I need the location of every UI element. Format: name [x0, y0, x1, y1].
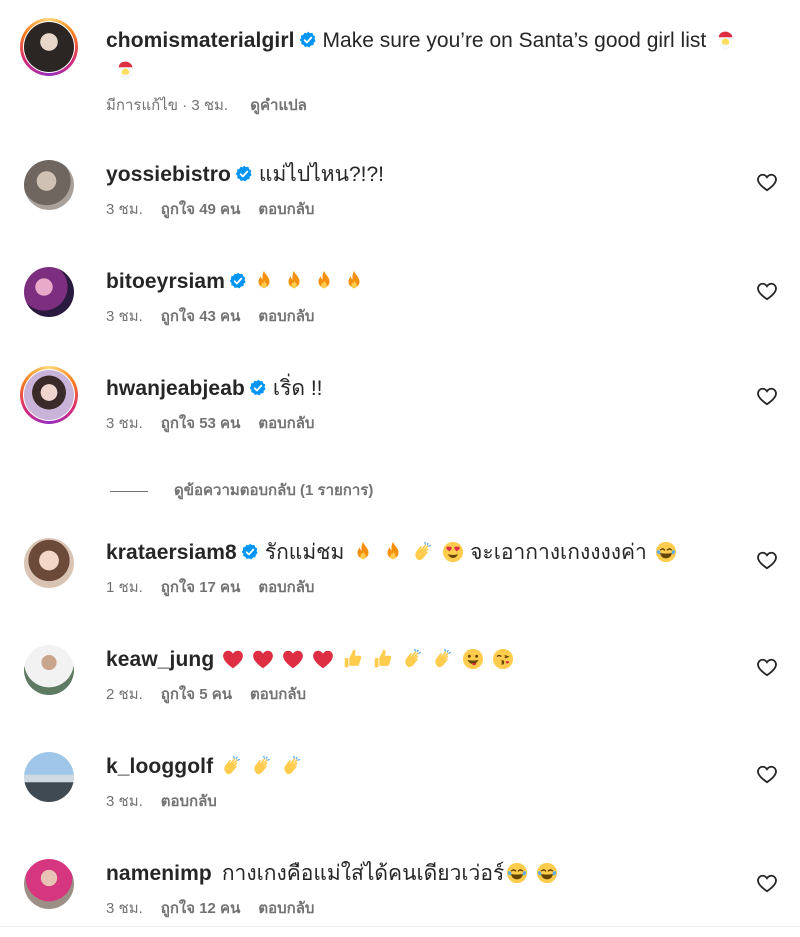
comment-time: 3 ชม.	[106, 793, 143, 810]
comment-time: 2 ชม.	[106, 686, 143, 703]
comment-likes[interactable]: ถูกใจ 49 คน	[161, 201, 241, 218]
view-replies-label: ดูข้อความตอบกลับ (1 รายการ)	[174, 482, 374, 499]
clap-emoji-icon	[412, 541, 434, 563]
fire-emoji-icon	[253, 270, 275, 292]
commenter-avatar[interactable]	[20, 263, 78, 321]
red-heart-emoji-icon	[282, 648, 304, 670]
clap-emoji-icon	[251, 755, 273, 777]
clap-emoji-icon	[402, 648, 424, 670]
commenter-avatar[interactable]	[20, 156, 78, 214]
comment-likes[interactable]: ถูกใจ 53 คน	[161, 415, 241, 432]
kiss-emoji-icon	[492, 648, 514, 670]
clap-emoji-icon	[221, 755, 243, 777]
like-heart-icon[interactable]	[756, 657, 778, 677]
reply-button[interactable]: ตอบกลับ	[161, 793, 217, 810]
comment-text: จะเอากางเกงงงงค่า	[470, 541, 647, 564]
bottom-edge	[0, 926, 800, 937]
clap-emoji-icon	[432, 648, 454, 670]
comment-text: เริ่ด !!	[272, 377, 323, 400]
caption-text: Make sure you’re on Santa’s good girl li…	[322, 29, 707, 52]
heart-eyes-emoji-icon	[442, 541, 464, 563]
comments-panel: chomismaterialgirl Make sure you’re on Sa…	[0, 0, 800, 926]
comment-time: 3 ชม.	[106, 308, 143, 325]
commenter-avatar[interactable]	[20, 641, 78, 699]
author-username[interactable]: chomismaterialgirl	[106, 29, 295, 52]
commenter-avatar[interactable]	[20, 855, 78, 913]
comment-username[interactable]: krataersiam8	[106, 541, 237, 564]
santa-emoji-icon	[714, 29, 736, 51]
like-heart-icon[interactable]	[756, 386, 778, 406]
comment-time: 3 ชม.	[106, 415, 143, 432]
fire-emoji-icon	[352, 541, 374, 563]
reply-button[interactable]: ตอบกลับ	[258, 201, 314, 218]
like-heart-icon[interactable]	[756, 281, 778, 301]
comment-likes[interactable]: ถูกใจ 12 คน	[161, 900, 241, 917]
comment-likes[interactable]: ถูกใจ 17 คน	[161, 579, 241, 596]
comment-text: แม่ไปไหน?!?!	[258, 163, 384, 186]
reply-button[interactable]: ตอบกลับ	[258, 579, 314, 596]
thumbs-up-emoji-icon	[342, 648, 364, 670]
comment-username[interactable]: yossiebistro	[106, 163, 231, 186]
reply-button[interactable]: ตอบกลับ	[258, 308, 314, 325]
like-heart-icon[interactable]	[756, 550, 778, 570]
fire-emoji-icon	[343, 270, 365, 292]
verified-badge-icon	[249, 379, 267, 397]
clap-emoji-icon	[281, 755, 303, 777]
comment-text: รักแม่ชม	[264, 541, 345, 564]
translate-link[interactable]: ดูคำแปล	[250, 97, 307, 114]
comment-username[interactable]: namenimp	[106, 862, 212, 885]
comment-time: 3 ชม.	[106, 900, 143, 917]
fire-emoji-icon	[313, 270, 335, 292]
comment-username[interactable]: bitoeyrsiam	[106, 270, 225, 293]
joy-emoji-icon	[655, 541, 677, 563]
like-heart-icon[interactable]	[756, 873, 778, 893]
verified-badge-icon	[229, 272, 247, 290]
verified-badge-icon	[299, 31, 317, 49]
comment-time: 1 ชม.	[106, 579, 143, 596]
thumbs-up-emoji-icon	[372, 648, 394, 670]
comment-text: กางเกงคือแม่ใส่ได้คนเดียวเว่อร์	[221, 862, 505, 885]
yum-emoji-icon	[462, 648, 484, 670]
red-heart-emoji-icon	[222, 648, 244, 670]
joy-emoji-icon	[506, 862, 528, 884]
reply-button[interactable]: ตอบกลับ	[258, 415, 314, 432]
verified-badge-icon	[241, 543, 259, 561]
commenter-avatar[interactable]	[20, 748, 78, 806]
like-heart-icon[interactable]	[756, 172, 778, 192]
santa-emoji-icon	[114, 59, 136, 81]
verified-badge-icon	[235, 165, 253, 183]
reply-button[interactable]: ตอบกลับ	[258, 900, 314, 917]
joy-emoji-icon	[536, 862, 558, 884]
comment-username[interactable]: hwanjeabjeab	[106, 377, 245, 400]
view-replies-link[interactable]: ดูข้อความตอบกลับ (1 รายการ)	[110, 478, 373, 502]
red-heart-emoji-icon	[252, 648, 274, 670]
comment-likes[interactable]: ถูกใจ 5 คน	[161, 686, 232, 703]
like-heart-icon[interactable]	[756, 764, 778, 784]
comment-time: 3 ชม.	[106, 201, 143, 218]
caption-edited-time: มีการแก้ไข · 3 ชม.	[106, 97, 229, 114]
fire-emoji-icon	[283, 270, 305, 292]
author-avatar[interactable]	[20, 18, 78, 76]
fire-emoji-icon	[382, 541, 404, 563]
red-heart-emoji-icon	[312, 648, 334, 670]
commenter-avatar[interactable]	[20, 366, 78, 424]
commenter-avatar[interactable]	[20, 534, 78, 592]
comment-username[interactable]: keaw_jung	[106, 648, 214, 671]
comment-likes[interactable]: ถูกใจ 43 คน	[161, 308, 241, 325]
comment-username[interactable]: k_looggolf	[106, 755, 213, 778]
reply-button[interactable]: ตอบกลับ	[250, 686, 306, 703]
replies-divider	[110, 490, 148, 492]
